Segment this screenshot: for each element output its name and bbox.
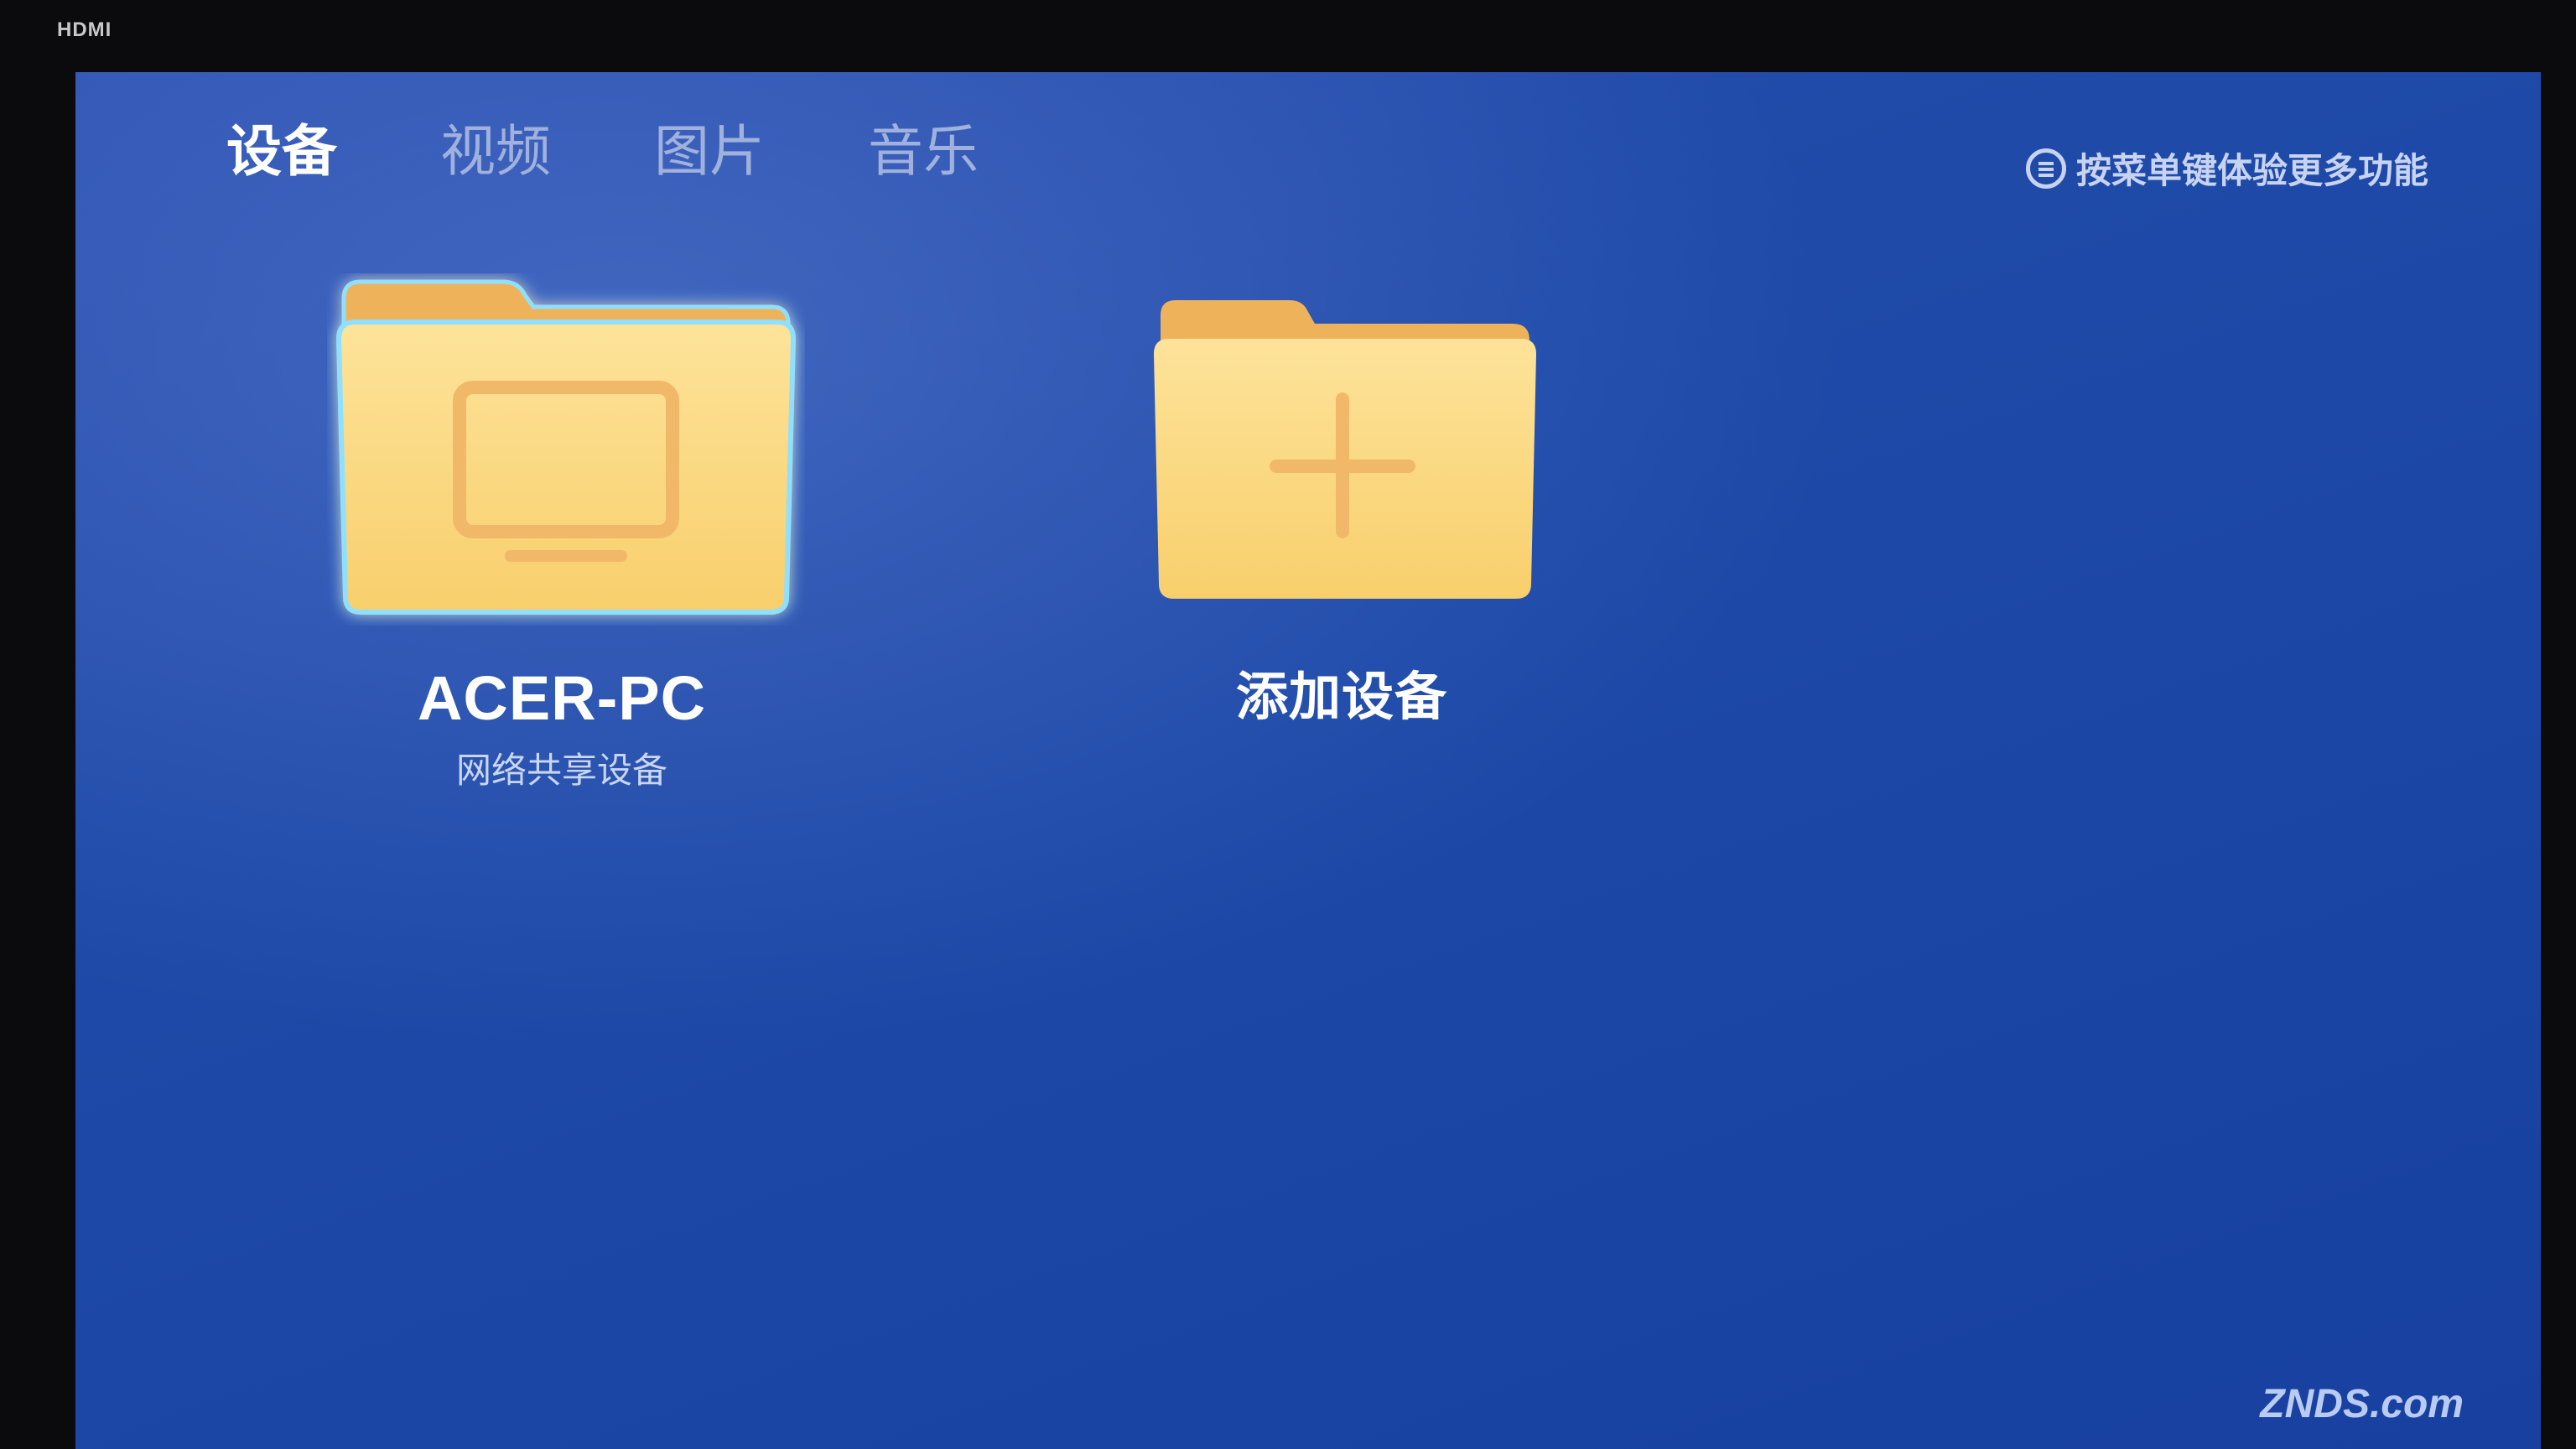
znds-watermark: ZNDS.com (2260, 1382, 2464, 1426)
device-tile-acer-pc[interactable]: ACER-PC 网络共享设备 (327, 273, 797, 793)
menu-key-hint-text: 按菜单键体验更多功能 (2075, 150, 2428, 191)
monitor-bezel-label: HDMI (57, 18, 112, 41)
tab-pictures[interactable]: 图片 (654, 124, 765, 179)
tv-screen: 设备 视频 图片 音乐 按菜单键体验更多功能 ACER-PC 网络共享设备 添加… (75, 72, 2541, 1449)
add-device-tile[interactable]: 添加设备 (1140, 295, 1543, 730)
device-type: 网络共享设备 (455, 750, 667, 791)
menu-key-hint: 按菜单键体验更多功能 (2025, 143, 2428, 194)
tab-devices[interactable]: 设备 (226, 124, 337, 179)
device-name: ACER-PC (417, 663, 707, 733)
folder-add-icon (1154, 300, 1536, 599)
add-device-label: 添加设备 (1235, 666, 1447, 727)
folder-monitor-icon (335, 279, 797, 615)
tab-music[interactable]: 音乐 (868, 124, 979, 179)
top-tab-bar: 设备 视频 图片 音乐 (226, 124, 1082, 179)
tab-videos[interactable]: 视频 (440, 124, 551, 179)
menu-icon (2025, 148, 2066, 189)
